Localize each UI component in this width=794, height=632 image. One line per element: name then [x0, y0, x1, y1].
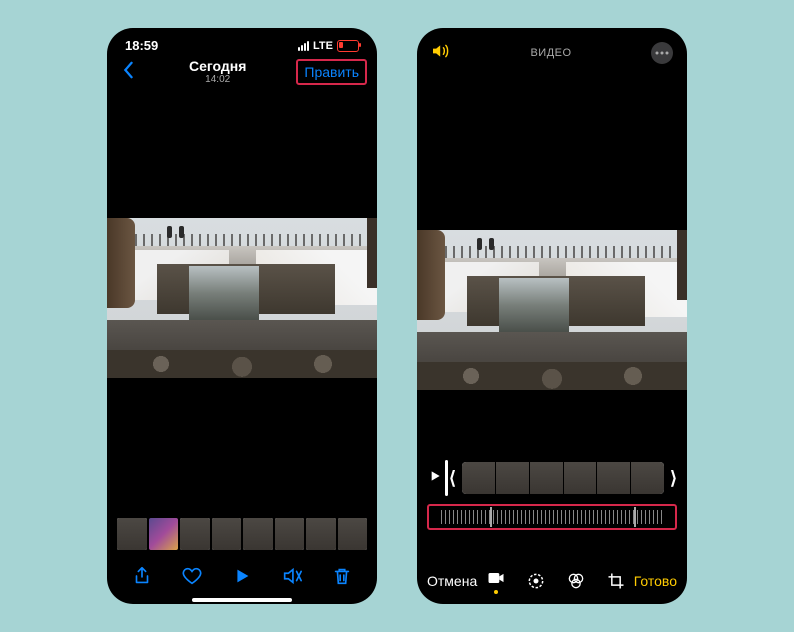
back-button[interactable] [117, 59, 139, 85]
tool-crop[interactable] [606, 571, 626, 591]
thumbnail-strip[interactable] [117, 518, 367, 550]
share-button[interactable] [131, 565, 153, 592]
home-indicator[interactable] [192, 598, 292, 602]
thumbnail-item[interactable] [149, 518, 179, 550]
thumbnail-item[interactable] [338, 518, 368, 550]
status-bar: 18:59 LTE [107, 28, 377, 55]
trim-track[interactable] [462, 462, 664, 494]
play-button-small[interactable] [427, 468, 443, 489]
status-time: 18:59 [125, 38, 158, 53]
trim-bar: ⟨ ⟩ [427, 460, 677, 496]
toolbar [107, 565, 377, 592]
editor-preview[interactable] [417, 230, 687, 390]
thumbnail-item[interactable] [275, 518, 305, 550]
editor-header: ВИДЕО [417, 28, 687, 70]
battery-icon [337, 40, 359, 52]
sound-button[interactable] [431, 43, 451, 64]
editor-toolbar: Отмена Готово [417, 568, 687, 594]
thumbnail-item[interactable] [212, 518, 242, 550]
play-button[interactable] [231, 565, 253, 592]
tool-video[interactable] [486, 568, 506, 594]
mute-button[interactable] [281, 565, 303, 592]
tool-icons [486, 568, 626, 594]
cancel-button[interactable]: Отмена [427, 573, 477, 589]
edit-button[interactable]: Править [296, 59, 367, 85]
more-button[interactable] [651, 42, 673, 64]
thumbnail-item[interactable] [243, 518, 273, 550]
trim-handle-left[interactable]: ⟨ [449, 468, 456, 489]
header: Сегодня 14:02 Править [107, 55, 377, 88]
tool-filters[interactable] [566, 571, 586, 591]
title-area: Сегодня 14:02 [189, 58, 246, 85]
title-subtitle: 14:02 [189, 74, 246, 85]
tool-adjust[interactable] [526, 571, 546, 591]
editor-title: ВИДЕО [530, 47, 571, 59]
thumbnail-item[interactable] [180, 518, 210, 550]
title-main: Сегодня [189, 58, 246, 74]
trim-handle-right[interactable]: ⟩ [670, 468, 677, 489]
status-right: LTE [298, 40, 359, 52]
signal-icon [298, 41, 309, 51]
thumbnail-item[interactable] [306, 518, 336, 550]
carrier-label: LTE [313, 40, 333, 52]
favorite-button[interactable] [181, 565, 203, 592]
thumbnail-item[interactable] [117, 518, 147, 550]
done-button[interactable]: Готово [634, 573, 677, 589]
adjustment-slider[interactable] [427, 504, 677, 530]
delete-button[interactable] [331, 565, 353, 592]
phone-viewer: 18:59 LTE Сегодня 14:02 Править [107, 28, 377, 604]
slider-track[interactable] [441, 510, 662, 524]
phone-editor: ВИДЕО ⟨ ⟩ Отмена Готово [417, 28, 687, 604]
video-preview[interactable] [107, 218, 377, 378]
